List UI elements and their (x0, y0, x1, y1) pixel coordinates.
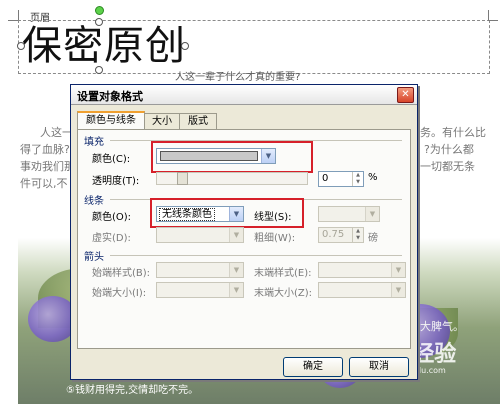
fill-color-label: 颜色(C): (92, 154, 131, 165)
rotate-handle[interactable] (95, 6, 104, 15)
dash-label: 虚实(D): (92, 233, 131, 244)
transparency-value: 0 (322, 173, 329, 184)
tab-size[interactable]: 大小 (144, 113, 180, 129)
begin-size-dropdown[interactable]: ▼ (156, 282, 244, 298)
crop-mark (18, 10, 19, 20)
line-section-label: 线条 (84, 196, 104, 207)
weight-unit: 磅 (368, 233, 378, 244)
tab-colors-and-lines[interactable]: 颜色与线条 (77, 111, 145, 131)
resize-handle[interactable] (17, 42, 25, 50)
paragraph-line: ?为什么都 (424, 143, 474, 156)
paragraph-line: 人这一 (40, 126, 73, 139)
format-object-dialog: 设置对象格式 ✕ 颜色与线条 大小 版式 填充 颜色(C): ▼ 透明度(T):… (70, 84, 418, 380)
end-size-label: 末端大小(Z): (254, 288, 313, 299)
wordart-title[interactable]: 保密原创 (22, 22, 186, 70)
resize-handle[interactable] (95, 66, 103, 74)
paragraph-line: 事劝我们那 (20, 160, 75, 173)
ok-button[interactable]: 确定 (283, 357, 343, 377)
transparency-input[interactable]: 0 ▲ ▼ (318, 171, 364, 187)
crop-mark (8, 20, 18, 21)
spin-buttons[interactable]: ▲ ▼ (352, 172, 363, 186)
weight-label: 粗细(W): (254, 233, 296, 244)
chevron-down-icon[interactable]: ▼ (365, 207, 379, 221)
transparency-label: 透明度(T): (92, 176, 140, 187)
resize-handle[interactable] (181, 42, 189, 50)
weight-input[interactable]: 0.75 ▲ ▼ (318, 227, 364, 243)
slider-thumb[interactable] (177, 172, 188, 185)
dialog-titlebar[interactable]: 设置对象格式 ✕ (71, 85, 417, 105)
annotation-highlight (150, 198, 304, 228)
chevron-down-icon[interactable]: ▼ (229, 263, 243, 277)
tab-layout[interactable]: 版式 (179, 113, 217, 129)
begin-size-label: 始端大小(I): (92, 288, 147, 299)
end-style-label: 末端样式(E): (254, 268, 312, 279)
section-divider (110, 255, 402, 256)
paragraph-line: 得了血脉? (20, 143, 70, 156)
close-button[interactable]: ✕ (397, 87, 414, 103)
arrows-section-label: 箭头 (84, 252, 104, 263)
transparency-slider[interactable] (156, 172, 308, 185)
paragraph-line: ⑤钱财用得完,交情却吃不完。 (66, 385, 199, 396)
end-style-dropdown[interactable]: ▼ (318, 262, 406, 278)
line-color-label: 颜色(O): (92, 212, 132, 223)
chevron-down-icon[interactable]: ▼ (229, 283, 243, 297)
begin-style-label: 始端样式(B): (92, 268, 151, 279)
document-subtitle: 人这一辈子什么才真的重要? (175, 72, 301, 83)
begin-style-dropdown[interactable]: ▼ (156, 262, 244, 278)
line-type-dropdown[interactable]: ▼ (318, 206, 380, 222)
end-size-dropdown[interactable]: ▼ (318, 282, 406, 298)
paragraph-line: 大脾气。 (420, 320, 464, 333)
fill-section-label: 填充 (84, 137, 104, 148)
crop-mark (488, 20, 498, 21)
percent-unit: % (368, 172, 378, 183)
paragraph-line: 件可以,不 (20, 177, 68, 190)
close-icon: ✕ (401, 89, 410, 100)
resize-handle[interactable] (95, 18, 103, 26)
paragraph-line: 一切都无条 (420, 160, 475, 173)
paragraph-line: 务。有什么比 (420, 126, 486, 139)
chevron-down-icon[interactable]: ▼ (229, 228, 243, 242)
chevron-down-icon[interactable]: ▼ (391, 263, 405, 277)
dialog-title: 设置对象格式 (77, 90, 143, 103)
chevron-down-icon[interactable]: ▼ (391, 283, 405, 297)
spin-buttons[interactable]: ▲ ▼ (352, 228, 363, 242)
weight-value: 0.75 (322, 229, 345, 240)
cancel-button[interactable]: 取消 (349, 357, 409, 377)
tab-panel: 填充 颜色(C): ▼ 透明度(T): 0 ▲ ▼ % 线条 颜色(O): 无线条… (77, 129, 411, 349)
crop-mark (488, 10, 489, 20)
dash-dropdown[interactable]: ▼ (156, 227, 244, 243)
annotation-highlight (151, 141, 313, 173)
